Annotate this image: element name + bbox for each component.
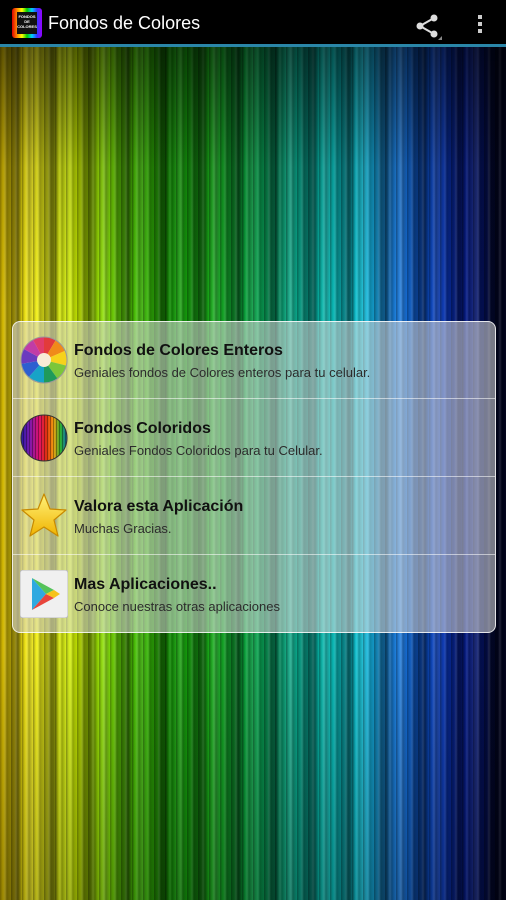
list-item-mas-aplicaciones[interactable]: Mas Aplicaciones.. Conoce nuestras otras… [13,556,495,633]
list-item-subtitle: Muchas Gracias. [74,521,172,536]
list-item-title: Fondos de Colores Enteros [74,342,283,359]
menu-list: Fondos de Colores Enteros Geniales fondo… [12,321,496,633]
list-item-title: Fondos Coloridos [74,420,211,437]
color-wheel-icon [20,336,68,384]
list-item-valora[interactable]: Valora esta Aplicación Muchas Gracias. [13,478,495,555]
list-item-title: Mas Aplicaciones.. [74,576,217,593]
list-item-subtitle: Geniales fondos de Colores enteros para … [74,365,371,380]
list-item-subtitle: Conoce nuestras otras aplicaciones [74,599,280,614]
list-item-fondos-coloridos[interactable]: Fondos Coloridos Geniales Fondos Colorid… [13,400,495,477]
app-logo-icon: FONDOS DE COLORES [12,8,42,38]
share-icon[interactable] [414,12,442,40]
app-logo-text-line: COLORES [17,24,37,29]
play-store-icon [19,569,69,619]
color-stripes-icon [20,414,68,462]
app-title: Fondos de Colores [48,13,201,33]
star-icon [20,492,68,540]
list-item-subtitle: Geniales Fondos Coloridos para tu Celula… [74,443,323,458]
action-bar: FONDOS DE COLORES Fondos de Colores [0,0,506,47]
overflow-menu-icon[interactable] [470,12,490,36]
list-item-fondos-enteros[interactable]: Fondos de Colores Enteros Geniales fondo… [13,322,495,399]
list-item-title: Valora esta Aplicación [74,498,244,515]
